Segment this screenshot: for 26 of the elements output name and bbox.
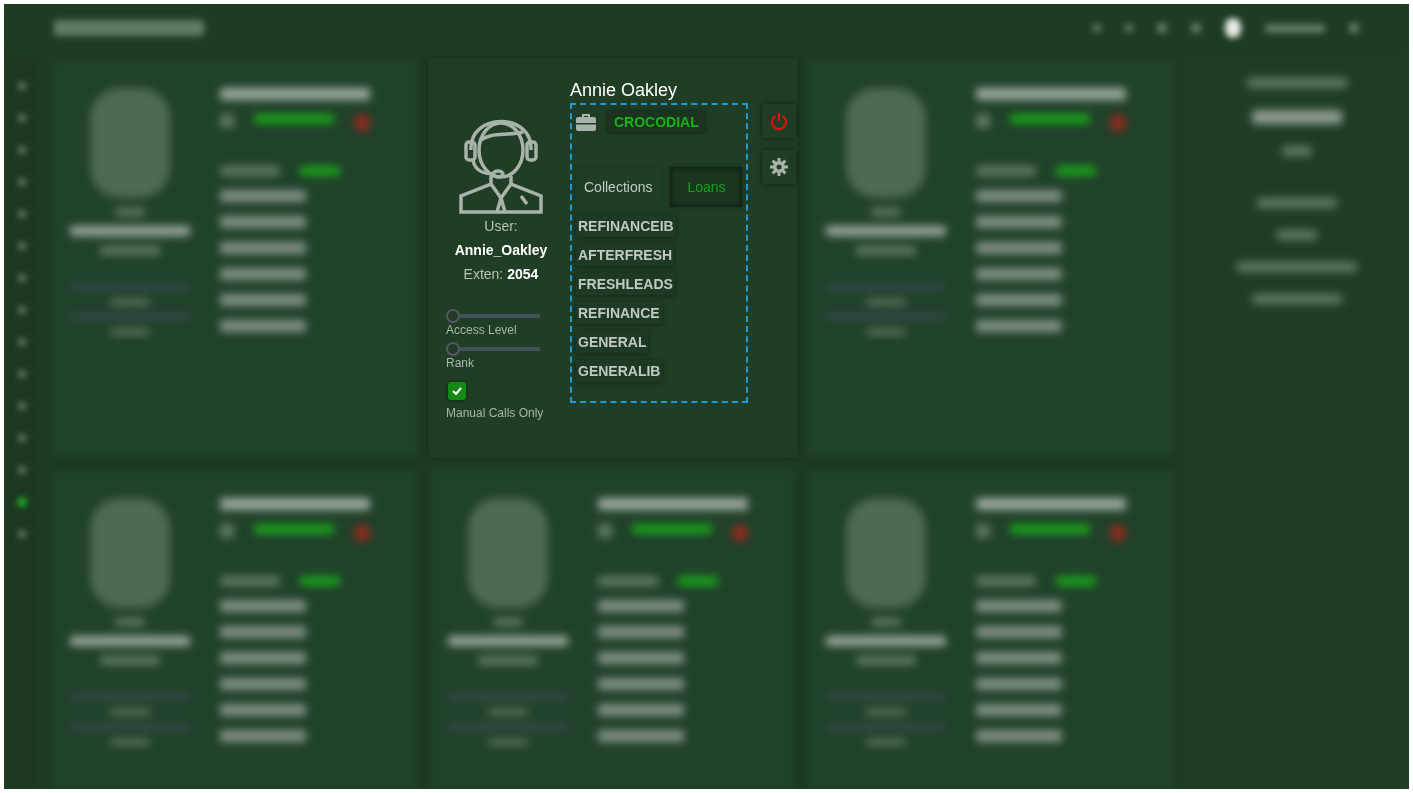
tab[interactable]: Collections — [576, 167, 661, 207]
tab[interactable]: Loans — [670, 167, 743, 207]
full-name: Annie Oakley — [570, 80, 679, 101]
campaign-tag: GENERALIB — [576, 360, 663, 382]
username: Annie_Oakley — [454, 242, 548, 258]
slider-thumb[interactable] — [446, 309, 460, 323]
company-tag: CROCODIAL — [608, 111, 705, 133]
extension-number: 2054 — [507, 266, 539, 282]
settings-icon — [770, 158, 789, 176]
campaign-tag: FRESHLEADS — [576, 273, 675, 295]
campaign-tag: GENERAL — [576, 331, 649, 353]
campaign-tag: AFTERFRESH — [576, 244, 675, 266]
slider-thumb[interactable] — [446, 342, 460, 356]
settings-button[interactable] — [762, 150, 797, 184]
campaign-tag: REFINANCE — [576, 302, 662, 324]
power-button[interactable] — [762, 104, 797, 138]
extension-label: Exten: — [463, 266, 504, 282]
checkbox-label: Manual Calls Only — [446, 406, 544, 420]
slider-label: Access Level — [446, 323, 517, 337]
checkmark-icon — [452, 387, 462, 395]
checkbox[interactable] — [448, 382, 466, 400]
campaign-tag: REFINANCEIB — [576, 215, 676, 237]
slider-label: Rank — [446, 356, 474, 370]
briefcase-icon — [576, 113, 596, 131]
user-label: User: — [484, 218, 518, 234]
power-icon — [770, 112, 789, 130]
